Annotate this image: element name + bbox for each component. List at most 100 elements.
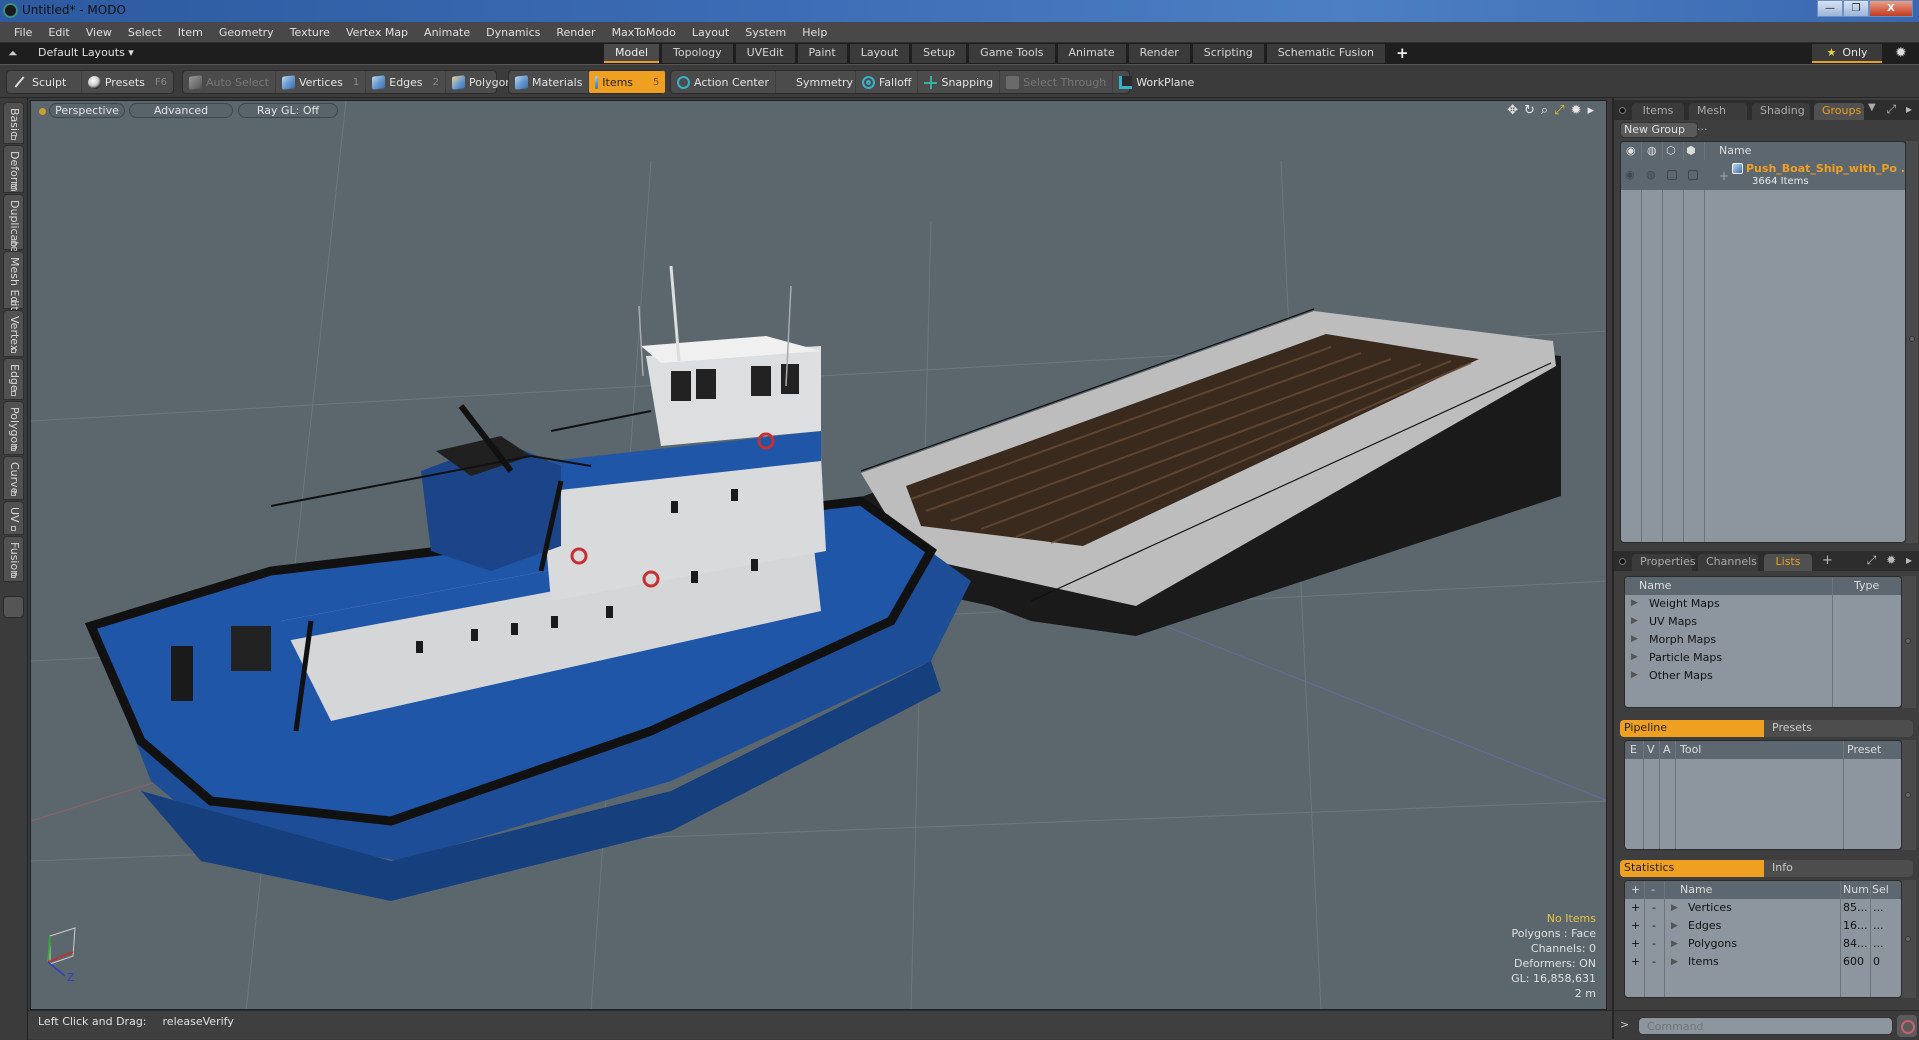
lists-type-header[interactable]: Type bbox=[1854, 579, 1879, 592]
layout-tab-animate[interactable]: Animate bbox=[1057, 44, 1126, 63]
list-item[interactable]: ▶ Morph Maps bbox=[1625, 631, 1901, 649]
stat-row[interactable]: + - ▶ Edges 16... ... bbox=[1625, 917, 1901, 935]
sculpt-button[interactable]: Sculpt bbox=[7, 71, 82, 93]
stat-remove-button[interactable]: - bbox=[1652, 919, 1656, 932]
menu-system[interactable]: System bbox=[737, 22, 794, 43]
expand-arrow-icon[interactable]: ▶ bbox=[1631, 670, 1638, 680]
zoom-icon[interactable]: ⌕ bbox=[1541, 103, 1548, 118]
stat-row[interactable]: + - ▶ Polygons 84... ... bbox=[1625, 935, 1901, 953]
panel-tools-icon[interactable]: ⤢ ✹ ▸ bbox=[1867, 553, 1915, 568]
menu-dynamics[interactable]: Dynamics bbox=[478, 22, 548, 43]
vtab-polygon[interactable]: Polygon bbox=[3, 401, 24, 455]
3d-viewport[interactable]: Z Perspective Advanced Ray GL: Off ✥ ↻ ⌕… bbox=[30, 100, 1607, 1010]
menu-render[interactable]: Render bbox=[548, 22, 603, 43]
restore-button[interactable]: ❐ bbox=[1843, 0, 1869, 17]
stat-add-button[interactable]: + bbox=[1631, 955, 1640, 968]
statistics-scrollbar[interactable] bbox=[1902, 880, 1916, 998]
menu-file[interactable]: File bbox=[6, 22, 40, 43]
layout-tab-uvedit[interactable]: UVEdit bbox=[735, 44, 795, 63]
expand-arrow-icon[interactable]: ▶ bbox=[1631, 652, 1638, 662]
materials-button[interactable]: Materials bbox=[509, 71, 590, 93]
command-input[interactable] bbox=[1638, 1017, 1893, 1035]
edges-button[interactable]: Edges 2 bbox=[366, 71, 447, 93]
viewport-status-dot[interactable] bbox=[39, 108, 46, 115]
viewport-menu-arrow-icon[interactable]: ▸ bbox=[1587, 103, 1594, 118]
tab-info[interactable]: Info bbox=[1768, 860, 1908, 877]
maximize-icon[interactable]: ⤢ bbox=[1554, 103, 1564, 118]
layout-tab-model[interactable]: Model bbox=[604, 44, 660, 63]
layout-tab-game-tools[interactable]: Game Tools bbox=[969, 44, 1055, 63]
vtab-fusion[interactable]: Fusion bbox=[3, 536, 24, 582]
list-item[interactable]: ▶ Other Maps bbox=[1625, 667, 1901, 685]
panel-expand-icon[interactable]: ⤢ ▸ bbox=[1887, 102, 1915, 117]
list-item[interactable]: ▶ UV Maps bbox=[1625, 613, 1901, 631]
col-sel[interactable]: Sel bbox=[1872, 883, 1889, 896]
row-select-checkbox[interactable] bbox=[1688, 170, 1698, 180]
symmetry-button[interactable]: Symmetry bbox=[776, 71, 856, 93]
vtab-mesh-edit[interactable]: Mesh Edit bbox=[3, 251, 24, 311]
expand-arrow-icon[interactable]: ▶ bbox=[1631, 634, 1638, 644]
layout-tab-topology[interactable]: Topology bbox=[662, 44, 733, 63]
expand-arrow-icon[interactable]: ▶ bbox=[1671, 903, 1678, 913]
menu-vertex-map[interactable]: Vertex Map bbox=[338, 22, 416, 43]
view-type-button[interactable]: Perspective bbox=[49, 103, 125, 118]
shading-mode-button[interactable]: Advanced bbox=[129, 103, 233, 118]
menu-select[interactable]: Select bbox=[120, 22, 170, 43]
select-icon[interactable]: ⬢ bbox=[1686, 144, 1696, 157]
menu-animate[interactable]: Animate bbox=[416, 22, 478, 43]
panel-dot-icon[interactable] bbox=[1619, 107, 1626, 114]
row-visibility-icon[interactable]: ◉ bbox=[1625, 168, 1635, 181]
group-row[interactable]: ◉ ◍ + Push_Boat_Ship_with_Po ... 3664 It… bbox=[1621, 160, 1905, 190]
vtab-uv[interactable]: UV bbox=[3, 501, 24, 535]
visibility-eye-icon[interactable]: ◉ bbox=[1626, 144, 1636, 157]
vtab-curve[interactable]: Curve bbox=[3, 456, 24, 500]
layout-tab-layout[interactable]: Layout bbox=[849, 44, 910, 63]
lock-icon[interactable]: ⬡ bbox=[1666, 144, 1676, 157]
stat-add-button[interactable]: + bbox=[1631, 901, 1640, 914]
tab-presets[interactable]: Presets bbox=[1768, 720, 1908, 737]
menu-help[interactable]: Help bbox=[794, 22, 835, 43]
minimize-button[interactable]: — bbox=[1817, 0, 1843, 17]
vtab-vertex[interactable]: Vertex bbox=[3, 310, 24, 357]
vtab-basic[interactable]: Basic bbox=[3, 102, 24, 144]
layout-tab-schematic-fusion[interactable]: Schematic Fusion bbox=[1266, 44, 1386, 63]
expand-arrow-icon[interactable]: ▶ bbox=[1631, 598, 1638, 608]
vertex-map-list[interactable]: Name Type ▶ Weight Maps ▶ UV Maps ▶ Morph M… bbox=[1624, 576, 1902, 708]
toolbox-toggle-button[interactable] bbox=[3, 596, 24, 618]
viewport-gear-icon[interactable]: ✹ bbox=[1571, 103, 1582, 118]
stat-row[interactable]: + - ▶ Items 600 0 bbox=[1625, 953, 1901, 971]
expand-arrow-icon[interactable]: ▶ bbox=[1671, 939, 1678, 949]
col-e[interactable]: E bbox=[1630, 743, 1637, 756]
new-group-button[interactable]: New Group bbox=[1620, 122, 1698, 138]
col-name[interactable]: Name bbox=[1680, 883, 1712, 896]
layout-tab-render[interactable]: Render bbox=[1128, 44, 1190, 63]
menu-maxtomodo[interactable]: MaxToModo bbox=[604, 22, 684, 43]
menu-item[interactable]: Item bbox=[170, 22, 211, 43]
groups-list[interactable]: ◉ ◍ ⬡ ⬢ Name ◉ ◍ + Push_Boat_Ship_with_P… bbox=[1620, 141, 1906, 543]
lists-name-header[interactable]: Name bbox=[1639, 579, 1671, 592]
add-tab-button[interactable]: + bbox=[1822, 553, 1833, 568]
add-layout-tab-button[interactable]: + bbox=[1388, 44, 1417, 63]
pipeline-list[interactable]: E V A Tool Preset bbox=[1624, 740, 1902, 850]
tab-statistics[interactable]: Statistics bbox=[1620, 860, 1764, 877]
tab-lists[interactable]: Lists bbox=[1764, 554, 1812, 571]
col-a[interactable]: A bbox=[1663, 743, 1671, 756]
row-lock-checkbox[interactable] bbox=[1667, 170, 1677, 180]
auto-select-button[interactable]: Auto Select bbox=[183, 71, 276, 93]
tab-shading[interactable]: Shading bbox=[1752, 103, 1810, 120]
vtab-duplicate[interactable]: Duplicate bbox=[3, 194, 24, 252]
only-toggle[interactable]: ★ Only bbox=[1812, 44, 1882, 63]
action-center-button[interactable]: Action Center bbox=[671, 71, 776, 93]
stat-remove-button[interactable]: - bbox=[1652, 955, 1656, 968]
items-button[interactable]: Items 5 bbox=[589, 71, 666, 93]
gear-icon[interactable]: ✹ bbox=[1895, 45, 1907, 61]
col-tool[interactable]: Tool bbox=[1680, 743, 1701, 756]
raygl-button[interactable]: Ray GL: Off bbox=[238, 103, 338, 118]
list-item[interactable]: ▶ Weight Maps bbox=[1625, 595, 1901, 613]
expand-arrow-icon[interactable]: ▶ bbox=[1631, 616, 1638, 626]
tab-dropdown-icon[interactable]: ▼ bbox=[1868, 102, 1876, 113]
tab-channels[interactable]: Channels bbox=[1698, 554, 1758, 571]
col-v[interactable]: V bbox=[1647, 743, 1655, 756]
pipeline-scrollbar[interactable] bbox=[1902, 740, 1916, 850]
row-render-icon[interactable]: ◍ bbox=[1646, 168, 1656, 181]
